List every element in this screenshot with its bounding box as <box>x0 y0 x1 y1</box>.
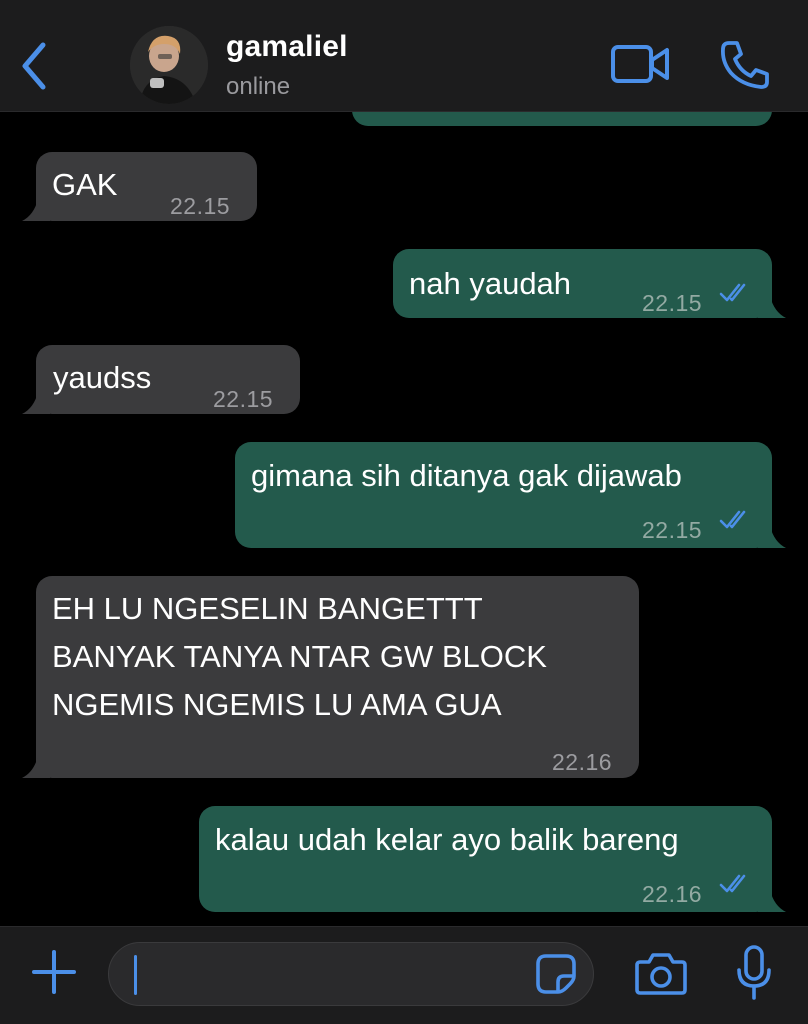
attach-button[interactable] <box>30 948 78 996</box>
text-caret <box>134 955 137 995</box>
read-receipt-icon <box>719 283 746 302</box>
bubble-tail <box>758 296 786 318</box>
message-input[interactable] <box>108 942 594 1006</box>
avatar[interactable] <box>130 26 208 104</box>
camera-icon <box>635 953 687 995</box>
message-time: 22.15 <box>642 290 703 316</box>
message-time: 22.15 <box>213 386 274 412</box>
video-camera-icon <box>611 45 669 83</box>
back-button[interactable] <box>14 36 54 96</box>
message-text: GAK <box>52 167 118 202</box>
chevron-left-icon <box>22 42 46 90</box>
bubble-tail <box>758 526 786 548</box>
message-text: gimana sih ditanya gak dijawab <box>251 458 682 493</box>
read-receipt-icon <box>719 510 746 529</box>
message-time: 22.16 <box>642 881 703 907</box>
microphone-button[interactable] <box>735 944 773 1002</box>
plus-icon <box>32 950 76 994</box>
bubble-tail <box>758 890 786 912</box>
contact-name[interactable]: gamaliel <box>226 30 348 64</box>
voice-call-button[interactable] <box>718 38 772 92</box>
phone-icon <box>721 41 769 89</box>
message-bubble-incoming[interactable]: EH LU NGESELIN BANGETTT BANYAK TANYA NTA… <box>22 576 639 778</box>
bubble-tail <box>22 392 50 414</box>
message-time: 22.15 <box>642 517 703 543</box>
message-text: yaudss <box>53 360 152 395</box>
message-bubble-outgoing[interactable]: nah yaudah 22.15 <box>393 249 786 318</box>
camera-button[interactable] <box>634 950 688 998</box>
message-text: nah yaudah <box>409 266 572 301</box>
sticker-button[interactable] <box>534 952 578 996</box>
video-call-button[interactable] <box>610 40 672 90</box>
message-bubble-incoming[interactable]: yaudss 22.15 <box>22 345 300 414</box>
message-bubble-outgoing[interactable]: gimana sih ditanya gak dijawab 22.15 <box>235 442 786 548</box>
contact-status: online <box>226 73 291 100</box>
message-bubble-partial <box>352 112 772 126</box>
message-time: 22.16 <box>552 749 613 775</box>
chat-header: gamaliel online <box>0 0 808 112</box>
message-bubble-outgoing[interactable]: kalau udah kelar ayo balik bareng 22.16 <box>199 806 786 912</box>
message-text: kalau udah kelar ayo balik bareng <box>215 822 679 857</box>
message-bubble-incoming[interactable]: GAK 22.15 <box>22 152 257 221</box>
message-time: 22.15 <box>170 193 231 219</box>
read-receipt-icon <box>719 874 746 893</box>
bubble-tail <box>22 199 50 221</box>
avatar-photo <box>130 26 208 104</box>
chat-screen: gamaliel online GAK 22.15 nah yaudah 22.… <box>0 0 808 1024</box>
sticker-icon <box>536 954 576 994</box>
message-text: EH LU NGESELIN BANGETTT BANYAK TANYA NTA… <box>52 591 547 722</box>
message-list[interactable]: GAK 22.15 nah yaudah 22.15 yaudss 22.15 … <box>0 112 808 926</box>
microphone-icon <box>737 945 771 1000</box>
bubble-tail <box>22 756 50 778</box>
